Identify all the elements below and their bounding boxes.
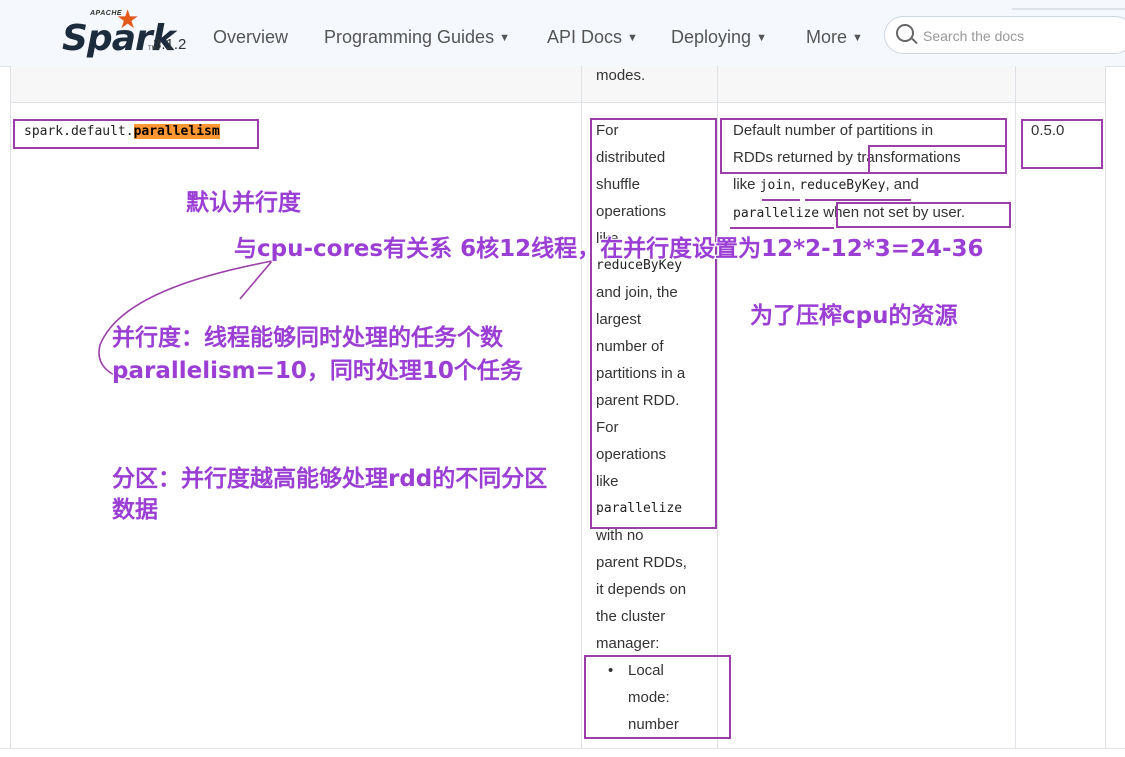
annotation-parallelism-def: 并行度：线程能够同时处理的任务个数 (112, 325, 503, 351)
nav-deploying[interactable]: Deploying ▼ (671, 27, 767, 48)
search-box[interactable] (884, 16, 1125, 54)
default-line: parent RDDs, (596, 554, 687, 571)
column-divider (717, 66, 718, 748)
row-divider (10, 102, 1106, 103)
nav-api-docs-label: API Docs (547, 27, 623, 47)
underline-reducebykey (805, 199, 911, 201)
previous-table-row (10, 66, 1106, 102)
search-input[interactable] (921, 25, 1115, 47)
nav-programming-guides-label: Programming Guides (324, 27, 495, 47)
caret-down-icon: ▼ (627, 32, 638, 44)
table-border-right (1105, 66, 1106, 748)
meaning-text: like (733, 176, 760, 193)
nav-more-label: More (806, 27, 848, 47)
column-divider (581, 66, 582, 748)
default-line: it depends on (596, 581, 687, 598)
code-parallelize: parallelize (733, 206, 820, 221)
column-divider (1015, 66, 1016, 748)
annotation-box-when-not-set (836, 202, 1011, 228)
annotation-box-local-mode (584, 655, 731, 739)
nav-more[interactable]: More ▼ (806, 27, 863, 48)
prev-row-default-text: modes. (596, 67, 646, 84)
code-join: join (759, 178, 791, 193)
annotation-box-property (13, 119, 259, 149)
divider (1012, 8, 1125, 10)
nav-programming-guides[interactable]: Programming Guides ▼ (324, 27, 510, 48)
annotation-box-transformations (868, 145, 1007, 174)
nav-overview-label: Overview (213, 27, 289, 47)
page-bottom-divider (0, 748, 1125, 749)
nav-deploying-label: Deploying (671, 27, 752, 47)
annotation-squeeze-cpu: 为了压榨cpu的资源 (750, 303, 958, 329)
meaning-text: , and (885, 176, 919, 193)
nav-overview[interactable]: Overview (213, 27, 288, 48)
meaning-line: like join, reduceByKey, and (733, 171, 965, 199)
table-border-left (10, 66, 11, 748)
default-line: manager: (596, 635, 660, 652)
caret-down-icon: ▼ (852, 32, 863, 44)
annotation-cpu-cores: 与cpu-cores有关系 6核12线程，在并行度设置为12*2-12*3=24… (234, 236, 984, 262)
annotation-box-since (1021, 119, 1103, 169)
search-icon (896, 24, 914, 42)
code-reducebykey: reduceByKey (799, 178, 886, 193)
annotation-default-parallelism: 默认并行度 (186, 190, 301, 216)
annotation-parallelism-example: parallelism=10，同时处理10个任务 (112, 358, 523, 384)
top-navbar: APACHE ★ Spark TM 3.1.2 Overview Program… (0, 0, 1125, 67)
caret-down-icon: ▼ (499, 32, 510, 44)
version-label: 3.1.2 (153, 36, 187, 53)
annotation-box-default (590, 118, 717, 529)
caret-down-icon: ▼ (756, 32, 767, 44)
default-line: the cluster (596, 608, 666, 625)
underline-join (762, 199, 800, 201)
nav-api-docs[interactable]: API Docs ▼ (547, 27, 638, 48)
annotation-partition-line1: 分区：并行度越高能够处理rdd的不同分区 (112, 466, 548, 492)
annotation-partition-line2: 数据 (112, 497, 158, 523)
spark-logo[interactable]: APACHE ★ Spark TM 3.1.2 (60, 4, 200, 62)
